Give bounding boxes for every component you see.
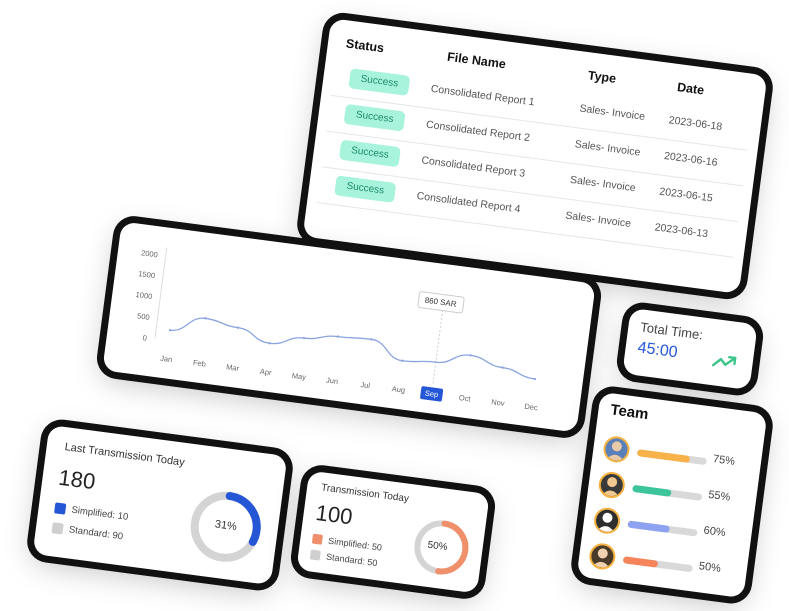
y-tick-label: 500 — [137, 311, 151, 322]
file-name-cell: Consolidated Report 2 — [425, 118, 531, 145]
date-header: Date — [676, 80, 706, 98]
status-badge: Success — [334, 175, 397, 203]
data-point[interactable] — [204, 317, 207, 320]
avatar — [587, 541, 617, 572]
progress-percent: 75% — [712, 453, 736, 468]
x-tick-label[interactable]: Jun — [326, 376, 339, 387]
y-tick-label: 0 — [142, 333, 147, 342]
progress-percent: 50% — [698, 560, 722, 575]
file-name-cell: Consolidated Report 4 — [415, 189, 522, 216]
hover-guide-line — [432, 302, 445, 386]
standard-swatch — [309, 549, 321, 561]
x-tick-label[interactable]: Nov — [491, 397, 506, 408]
progress-percent: 55% — [707, 488, 731, 504]
x-tick-label[interactable]: Sep — [424, 389, 438, 400]
progress-track — [622, 556, 693, 573]
simplified-legend: Simplified: 10 — [54, 502, 129, 523]
standard-swatch — [51, 522, 64, 535]
date-cell: 2023-06-18 — [668, 114, 723, 134]
data-point[interactable] — [501, 366, 504, 369]
reports-table-card: Status File Name Type Date Success Conso… — [302, 18, 768, 294]
file-name-cell: Consolidated Report 1 — [430, 82, 536, 109]
progress-fill — [636, 449, 690, 463]
x-tick-label[interactable]: Dec — [524, 402, 539, 413]
status-badge: Success — [348, 68, 411, 96]
date-cell: 2023-06-15 — [658, 185, 714, 205]
progress-track — [636, 449, 708, 466]
date-cell: 2023-06-16 — [663, 149, 719, 169]
x-tick-label[interactable]: Mar — [226, 362, 240, 373]
data-point[interactable] — [401, 359, 404, 362]
person-icon — [601, 477, 620, 498]
team-title: Team — [609, 401, 650, 424]
person-icon — [596, 512, 615, 533]
trending-up-icon — [711, 355, 737, 367]
type-cell: Sales- Invoice — [574, 138, 642, 159]
person-icon — [606, 441, 624, 462]
type-cell: Sales- Invoice — [564, 209, 632, 231]
data-point[interactable] — [302, 336, 306, 340]
standard-label: Standard: 50 — [325, 551, 378, 569]
total-time-label: Total Time: — [639, 319, 704, 343]
file-name-header: File Name — [446, 49, 507, 72]
transmission-today-card: Transmission Today 100 Simplified: 50 St… — [296, 470, 490, 594]
simplified-legend: Simplified: 50 — [311, 533, 383, 553]
y-tick-label: 1500 — [138, 269, 156, 280]
progress-fill — [627, 520, 670, 533]
avatar — [592, 506, 622, 536]
simplified-swatch — [311, 533, 324, 545]
x-tick-label[interactable]: Jan — [160, 354, 173, 365]
standard-label: Standard: 90 — [68, 524, 124, 543]
date-cell: 2023-06-13 — [653, 221, 709, 241]
simplified-swatch — [54, 502, 67, 515]
data-point[interactable] — [336, 335, 340, 338]
status-badge: Success — [338, 139, 401, 168]
data-point[interactable] — [268, 342, 271, 345]
last-transmission-card: Last Transmission Today 180 Simplified: … — [32, 424, 288, 586]
x-tick-label[interactable]: Oct — [458, 393, 472, 404]
x-tick-label[interactable]: Aug — [391, 384, 405, 395]
progress-track — [627, 520, 698, 537]
status-badge: Success — [343, 103, 406, 132]
file-name-cell: Consolidated Report 3 — [420, 154, 526, 180]
progress-fill — [632, 484, 672, 497]
progress-fill — [622, 556, 659, 568]
total-time-value: 45:00 — [636, 339, 679, 362]
y-tick-label: 2000 — [141, 248, 159, 259]
transmission-today-total: 100 — [314, 499, 354, 530]
data-point[interactable] — [168, 328, 172, 332]
last-transmission-title: Last Transmission Today — [63, 441, 186, 469]
type-cell: Sales- Invoice — [569, 173, 637, 195]
simplified-label: Simplified: 10 — [70, 504, 129, 523]
last-transmission-total: 180 — [57, 464, 97, 495]
x-tick-label[interactable]: Jul — [360, 380, 371, 390]
data-point[interactable] — [370, 338, 373, 341]
person-icon — [592, 548, 610, 569]
avatar — [601, 434, 632, 464]
type-cell: Sales- Invoice — [578, 102, 646, 123]
y-axis — [154, 247, 168, 339]
type-header: Type — [587, 68, 617, 86]
x-tick-label[interactable]: Apr — [259, 367, 272, 378]
y-tick-label: 1000 — [135, 290, 153, 301]
status-header: Status — [345, 36, 385, 56]
total-time-card: Total Time: 45:00 — [622, 307, 758, 391]
avatar — [597, 470, 627, 500]
team-card: Team 75% 55% 60% 50% — [576, 391, 768, 599]
data-point[interactable] — [533, 377, 536, 381]
x-tick-label[interactable]: Feb — [192, 358, 206, 369]
x-tick-label[interactable]: May — [291, 371, 306, 382]
data-point[interactable] — [469, 354, 472, 357]
standard-legend: Standard: 90 — [51, 522, 124, 543]
progress-track — [632, 484, 703, 501]
standard-legend: Standard: 50 — [309, 549, 378, 569]
data-point[interactable] — [236, 326, 240, 329]
progress-percent: 60% — [702, 524, 727, 540]
simplified-label: Simplified: 50 — [327, 535, 383, 553]
